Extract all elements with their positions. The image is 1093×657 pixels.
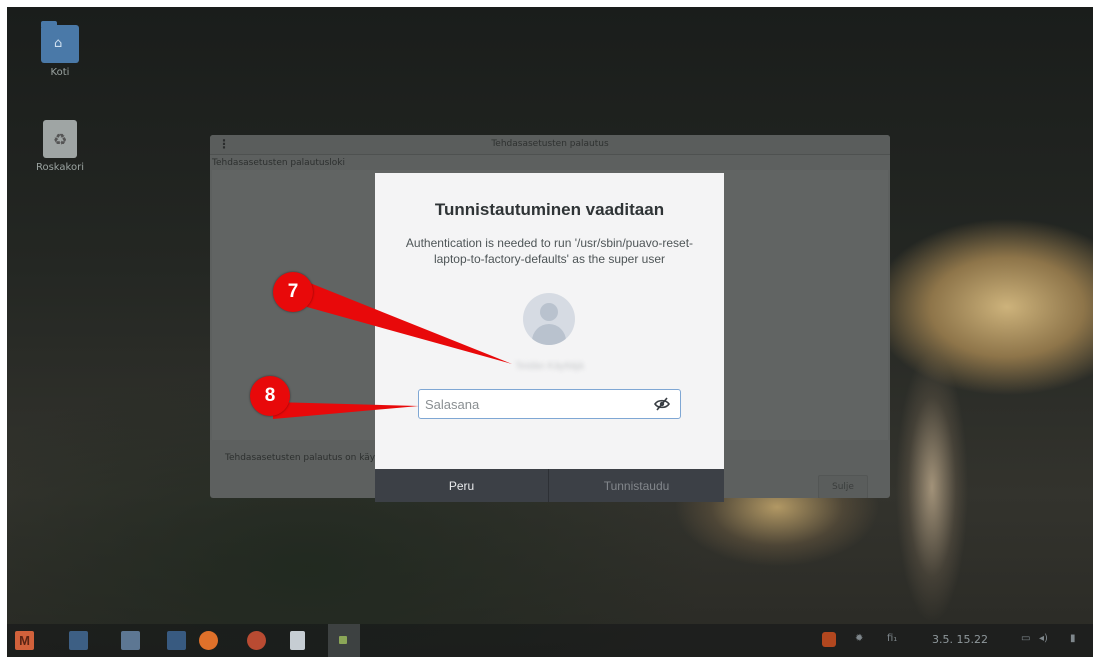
settings-gear-icon[interactable]: ✹ [855,633,863,644]
cancel-button[interactable]: Peru [375,469,549,502]
show-desktop-icon[interactable] [69,631,88,650]
log-label: Tehdasasetusten palautusloki [212,158,346,168]
puavo-menu-icon[interactable] [822,632,836,647]
dialog-heading: Tunnistautuminen vaaditaan [434,200,665,219]
workspaces-icon[interactable] [121,631,140,650]
annotation-callout-7: 7 [273,272,313,312]
trash-icon: ♻ [43,120,77,158]
file-manager-icon[interactable] [167,631,186,650]
password-field[interactable] [418,389,681,419]
firefox-icon[interactable] [199,631,218,650]
authentication-dialog: Tunnistautuminen vaaditaan Authenticatio… [375,173,724,502]
taskbar: M ✹ fi₁ 3.5. 15.22 ▭ ◂) ▮ [7,624,1093,657]
show-password-icon[interactable] [654,397,670,411]
annotation-callout-8: 8 [250,376,290,416]
volume-icon[interactable]: ◂) [1039,633,1048,644]
password-input[interactable] [425,395,645,413]
chrome-icon[interactable] [247,631,266,650]
desktop-icon-trash[interactable]: ♻ Roskakori [30,120,90,173]
home-folder-icon: ⌂ [41,21,79,63]
authenticate-button[interactable]: Tunnistaudu [549,469,724,502]
dialog-message: Authentication is needed to run '/usr/sb… [405,236,694,266]
clock[interactable]: 3.5. 15.22 [932,633,988,646]
desktop-icon-home[interactable]: ⌂ Koti [30,21,90,78]
status-text: Tehdasasetusten palautus on käy [225,453,376,463]
close-button[interactable]: Sulje [818,475,868,498]
username-label: Teidän Käyttäjä [515,361,584,372]
desktop: ⌂ Koti ♻ Roskakori ⋮ Tehdasasetusten pal… [7,7,1093,657]
battery-icon[interactable]: ▮ [1070,633,1076,644]
keyboard-layout-indicator[interactable]: fi₁ [887,633,897,644]
avatar [523,293,575,345]
window-title: Tehdasasetusten palautus [491,139,609,149]
active-window-button[interactable] [328,624,360,657]
desktop-icon-label: Koti [50,67,70,78]
app-menu-button[interactable]: M [15,631,34,650]
desktop-icon-label: Roskakori [35,162,84,173]
text-editor-icon[interactable] [290,631,305,650]
display-icon[interactable]: ▭ [1021,633,1030,644]
dialog-buttons: Peru Tunnistaudu [375,469,724,502]
window-titlebar: ⋮ Tehdasasetusten palautus [210,135,890,155]
